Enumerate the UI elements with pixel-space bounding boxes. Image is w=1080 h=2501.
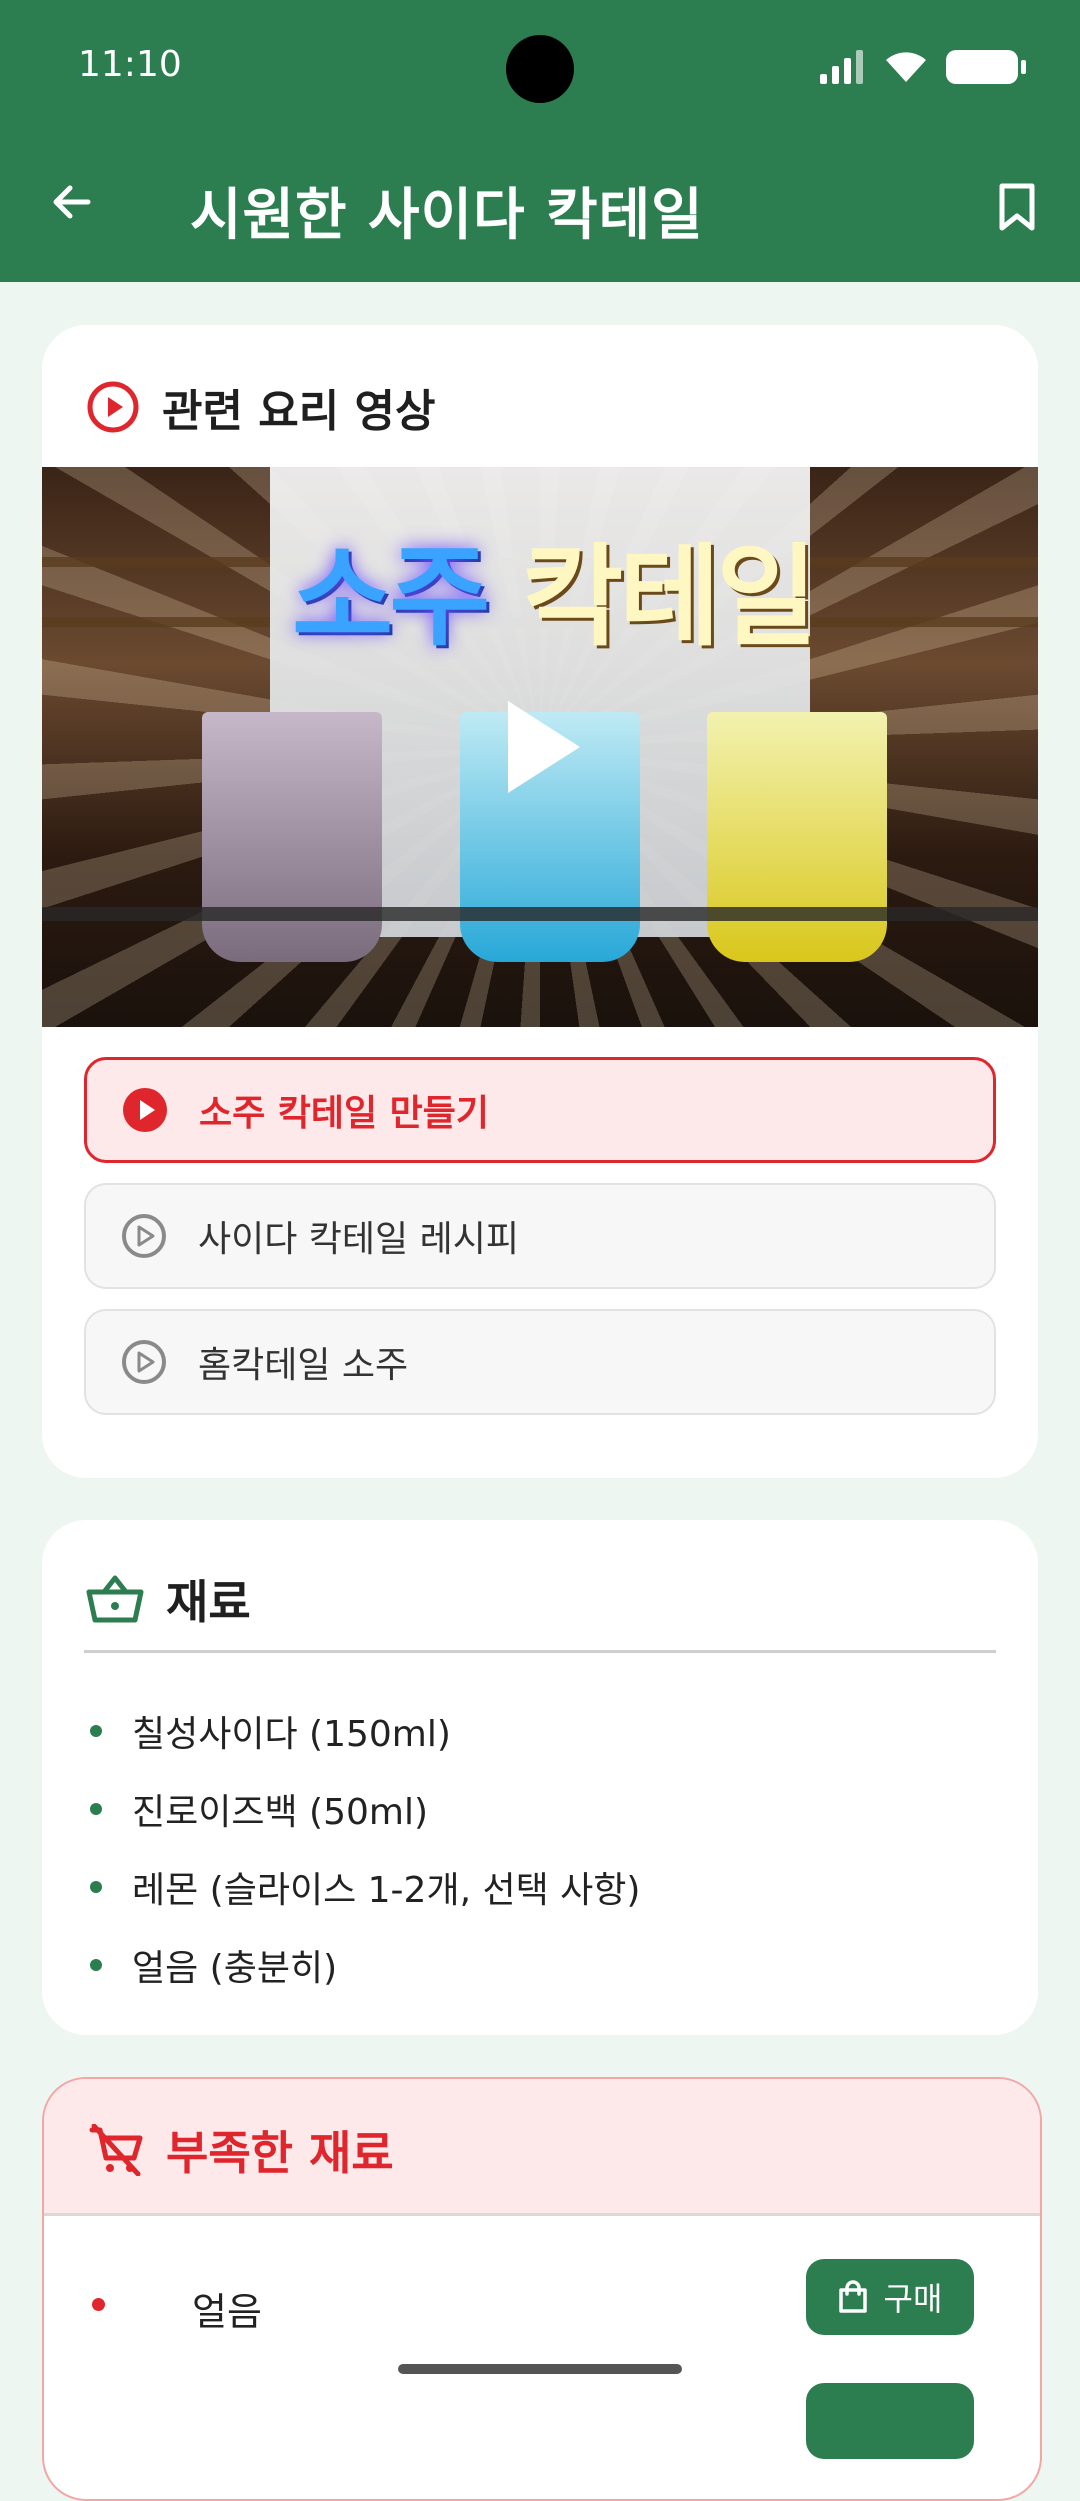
video-card: 관련 요리 영상 소주 칵테일 소주 칵테일 만들기 사이다 칵테일 레시피 홈…: [42, 325, 1038, 1478]
ingredient-list: 칠성사이다 (150ml) 진로이즈백 (50ml) 레몬 (슬라이스 1-2개…: [84, 1692, 640, 2004]
back-button[interactable]: [42, 172, 102, 232]
video-item-label: 사이다 칵테일 레시피: [198, 1219, 519, 1260]
video-item-3[interactable]: 홈칵테일 소주: [84, 1309, 996, 1415]
shopping-bag-icon: [838, 2280, 867, 2313]
buy-button-label: 구매: [883, 2280, 943, 2318]
signal-icon: [820, 50, 863, 84]
video-item-2[interactable]: 사이다 칵테일 레시피: [84, 1183, 996, 1289]
play-circle-icon: [87, 381, 139, 433]
cart-off-icon: [89, 2124, 143, 2176]
missing-header: 부족한 재료: [44, 2079, 1040, 2216]
buy-button[interactable]: 구매: [806, 2259, 974, 2335]
video-item-label: 소주 칵테일 만들기: [199, 1093, 490, 1134]
ingredient-item: 얼음 (충분히): [84, 1926, 640, 2004]
arrow-left-icon: [53, 185, 91, 219]
ingredient-item: 레몬 (슬라이스 1-2개, 선택 사항): [84, 1848, 640, 1926]
ingredient-item: 칠성사이다 (150ml): [84, 1692, 640, 1770]
ingredients-title: 재료: [166, 1575, 251, 1629]
basket-icon: [86, 1575, 144, 1623]
home-indicator[interactable]: [398, 2364, 682, 2374]
ingredients-card: 재료 칠성사이다 (150ml) 진로이즈백 (50ml) 레몬 (슬라이스 1…: [42, 1520, 1038, 2035]
divider: [84, 1650, 996, 1653]
missing-title: 부족한 재료: [166, 2126, 394, 2180]
missing-item-name: 얼음: [192, 2290, 262, 2334]
wifi-icon: [886, 52, 926, 82]
status-time: 11:10: [78, 44, 182, 85]
camera-cutout: [506, 35, 574, 103]
play-circle-outline-icon: [122, 1214, 166, 1258]
video-item-1[interactable]: 소주 칵테일 만들기: [84, 1057, 996, 1163]
thumbnail-text-a: 소주: [292, 533, 490, 661]
thumbnail-text-b: 칵테일: [522, 533, 818, 661]
bookmark-button[interactable]: [988, 178, 1046, 236]
page-title: 시원한 사이다 칵테일: [190, 183, 704, 248]
status-icons: [820, 48, 1026, 86]
bookmark-icon: [999, 183, 1035, 231]
missing-ingredients-card: 부족한 재료 얼음 구매: [42, 2077, 1042, 2501]
missing-item-row: 얼음 구매: [44, 2259, 1040, 2349]
play-circle-icon: [123, 1088, 167, 1132]
ingredients-header: 재료: [86, 1566, 251, 1632]
play-icon[interactable]: [504, 697, 584, 797]
cup-purple: [202, 712, 382, 962]
buy-button[interactable]: [806, 2383, 974, 2459]
play-circle-outline-icon: [122, 1340, 166, 1384]
battery-icon: [946, 50, 1026, 84]
video-section-title: 관련 요리 영상: [162, 386, 436, 437]
video-item-label: 홈칵테일 소주: [198, 1345, 409, 1386]
video-player[interactable]: 소주 칵테일: [42, 467, 1038, 1027]
cup-yellow: [707, 712, 887, 962]
video-list: 소주 칵테일 만들기 사이다 칵테일 레시피 홈칵테일 소주: [84, 1057, 996, 1435]
app-bar: 11:10 시원한 사이다 칵테일: [0, 0, 1080, 282]
video-section-header: 관련 요리 영상: [86, 375, 436, 439]
ingredient-item: 진로이즈백 (50ml): [84, 1770, 640, 1848]
